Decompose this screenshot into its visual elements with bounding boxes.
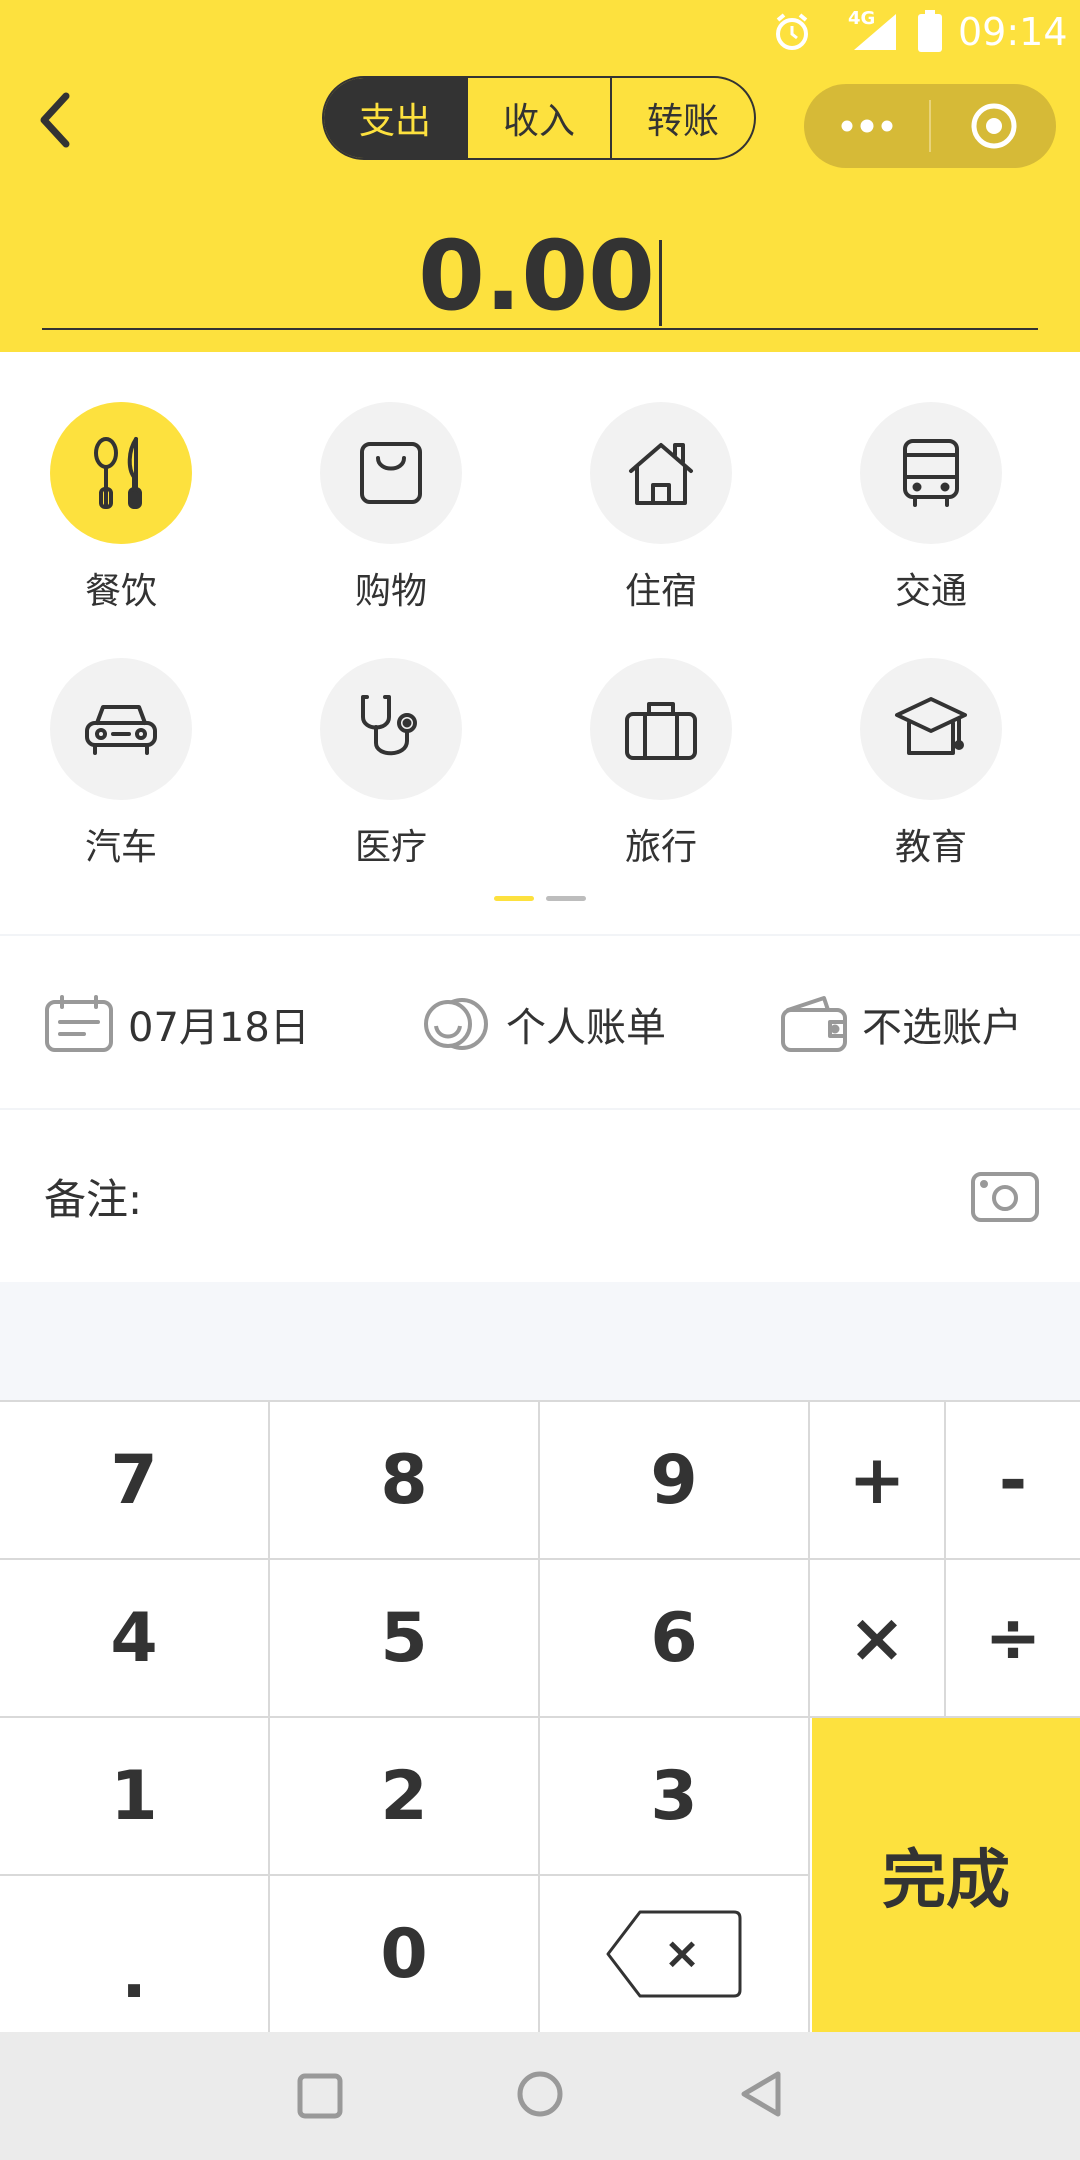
car-icon xyxy=(85,705,157,755)
backspace-symbol: × xyxy=(664,1928,701,1979)
book-selector[interactable]: 个人账单 xyxy=(422,990,666,1058)
key-6[interactable]: 6 xyxy=(540,1560,810,1718)
key-4[interactable]: 4 xyxy=(0,1560,270,1718)
utensils-icon xyxy=(94,437,142,509)
spacer xyxy=(0,1282,1080,1400)
close-mini-program-button[interactable] xyxy=(931,84,1056,168)
key-1[interactable]: 1 xyxy=(0,1718,270,1876)
clock: 09:14 xyxy=(958,10,1068,54)
amount-display[interactable]: 0.00 xyxy=(0,216,1080,336)
battery-icon xyxy=(918,10,942,56)
key-9[interactable]: 9 xyxy=(540,1402,810,1560)
keypad: 7 8 9 + - 4 5 6 × ÷ 1 2 3 . 0 × 完成 xyxy=(0,1400,1080,2032)
category-icon-bg xyxy=(50,658,192,800)
mini-program-capsule xyxy=(804,84,1056,168)
key-plus[interactable]: + xyxy=(810,1402,946,1560)
amount-value: 0.00 xyxy=(418,220,655,332)
amount-underline xyxy=(42,328,1038,330)
back-nav-button[interactable] xyxy=(734,2066,790,2126)
category-icon-bg xyxy=(50,402,192,544)
category-label: 住宿 xyxy=(624,571,697,612)
backspace-key[interactable]: × xyxy=(540,1876,810,2032)
account-value: 不选账户 xyxy=(862,1005,1022,1051)
graduation-cap-icon xyxy=(895,697,967,755)
divider xyxy=(0,934,1080,936)
category-icon-bg xyxy=(860,658,1002,800)
date-picker[interactable]: 07月18日 xyxy=(44,990,310,1058)
tab-income[interactable]: 收入 xyxy=(466,78,610,158)
wallet-icon xyxy=(781,996,847,1052)
category-icon-bg xyxy=(590,402,732,544)
category-icon-bg xyxy=(320,658,462,800)
category-travel[interactable]: 旅行 xyxy=(540,658,810,898)
more-button[interactable] xyxy=(804,84,929,168)
note-input[interactable] xyxy=(160,1150,940,1240)
camera-icon xyxy=(971,1172,1039,1222)
more-icon xyxy=(841,119,892,133)
recents-button[interactable] xyxy=(292,2068,348,2128)
category-label: 购物 xyxy=(354,571,427,612)
stethoscope-icon xyxy=(361,695,417,756)
shopping-bag-icon xyxy=(360,442,422,504)
category-label: 医疗 xyxy=(354,827,427,868)
key-5[interactable]: 5 xyxy=(270,1560,540,1718)
category-label: 教育 xyxy=(894,827,967,868)
key-2[interactable]: 2 xyxy=(270,1718,540,1876)
category-icon-bg xyxy=(590,658,732,800)
circle-icon xyxy=(517,2071,563,2117)
category-medical[interactable]: 医疗 xyxy=(270,658,540,898)
date-value: 07月18日 xyxy=(128,1005,310,1051)
key-0[interactable]: 0 xyxy=(270,1876,540,2032)
category-shopping[interactable]: 购物 xyxy=(270,402,540,642)
tab-expense[interactable]: 支出 xyxy=(324,78,466,158)
category-icon-bg xyxy=(860,402,1002,544)
note-label: 备注: xyxy=(44,1175,143,1224)
category-label: 交通 xyxy=(894,571,967,612)
page-indicator xyxy=(546,896,586,901)
backspace-icon: × xyxy=(606,1910,742,1998)
category-icon-bg xyxy=(320,402,462,544)
key-minus[interactable]: - xyxy=(946,1402,1080,1560)
category-label: 餐饮 xyxy=(84,571,157,612)
camera-button[interactable] xyxy=(970,1168,1040,1228)
category-label: 旅行 xyxy=(624,827,697,868)
category-dining[interactable]: 餐饮 xyxy=(0,402,270,642)
triangle-back-icon xyxy=(741,2071,781,2117)
bus-icon xyxy=(903,439,959,507)
key-multiply[interactable]: × xyxy=(810,1560,946,1718)
key-decimal[interactable]: . xyxy=(0,1876,270,2032)
alarm-icon xyxy=(772,12,812,56)
calendar-icon xyxy=(45,995,113,1052)
divider xyxy=(0,1108,1080,1110)
suitcase-icon xyxy=(625,702,697,760)
text-cursor xyxy=(658,239,662,326)
done-button[interactable]: 完成 xyxy=(812,1718,1080,2032)
chevron-left-icon xyxy=(40,92,70,148)
system-nav-bar xyxy=(0,2032,1080,2160)
target-icon xyxy=(971,103,1016,149)
back-button[interactable] xyxy=(22,84,86,156)
key-divide[interactable]: ÷ xyxy=(946,1560,1080,1718)
type-tabs: 支出 收入 转账 xyxy=(322,76,756,160)
category-lodging[interactable]: 住宿 xyxy=(540,402,810,642)
category-car[interactable]: 汽车 xyxy=(0,658,270,898)
book-value: 个人账单 xyxy=(506,1005,666,1051)
category-education[interactable]: 教育 xyxy=(810,658,1080,898)
home-button[interactable] xyxy=(512,2066,568,2126)
tab-transfer[interactable]: 转账 xyxy=(610,78,754,158)
category-transport[interactable]: 交通 xyxy=(810,402,1080,642)
page-indicator-active xyxy=(494,896,534,901)
key-7[interactable]: 7 xyxy=(0,1402,270,1560)
key-3[interactable]: 3 xyxy=(540,1718,810,1876)
category-label: 汽车 xyxy=(84,827,157,868)
house-icon xyxy=(629,443,693,505)
signal-icon xyxy=(852,12,898,56)
account-selector[interactable]: 不选账户 xyxy=(780,990,1022,1058)
coins-icon xyxy=(424,998,488,1050)
square-icon xyxy=(297,2073,343,2119)
key-8[interactable]: 8 xyxy=(270,1402,540,1560)
